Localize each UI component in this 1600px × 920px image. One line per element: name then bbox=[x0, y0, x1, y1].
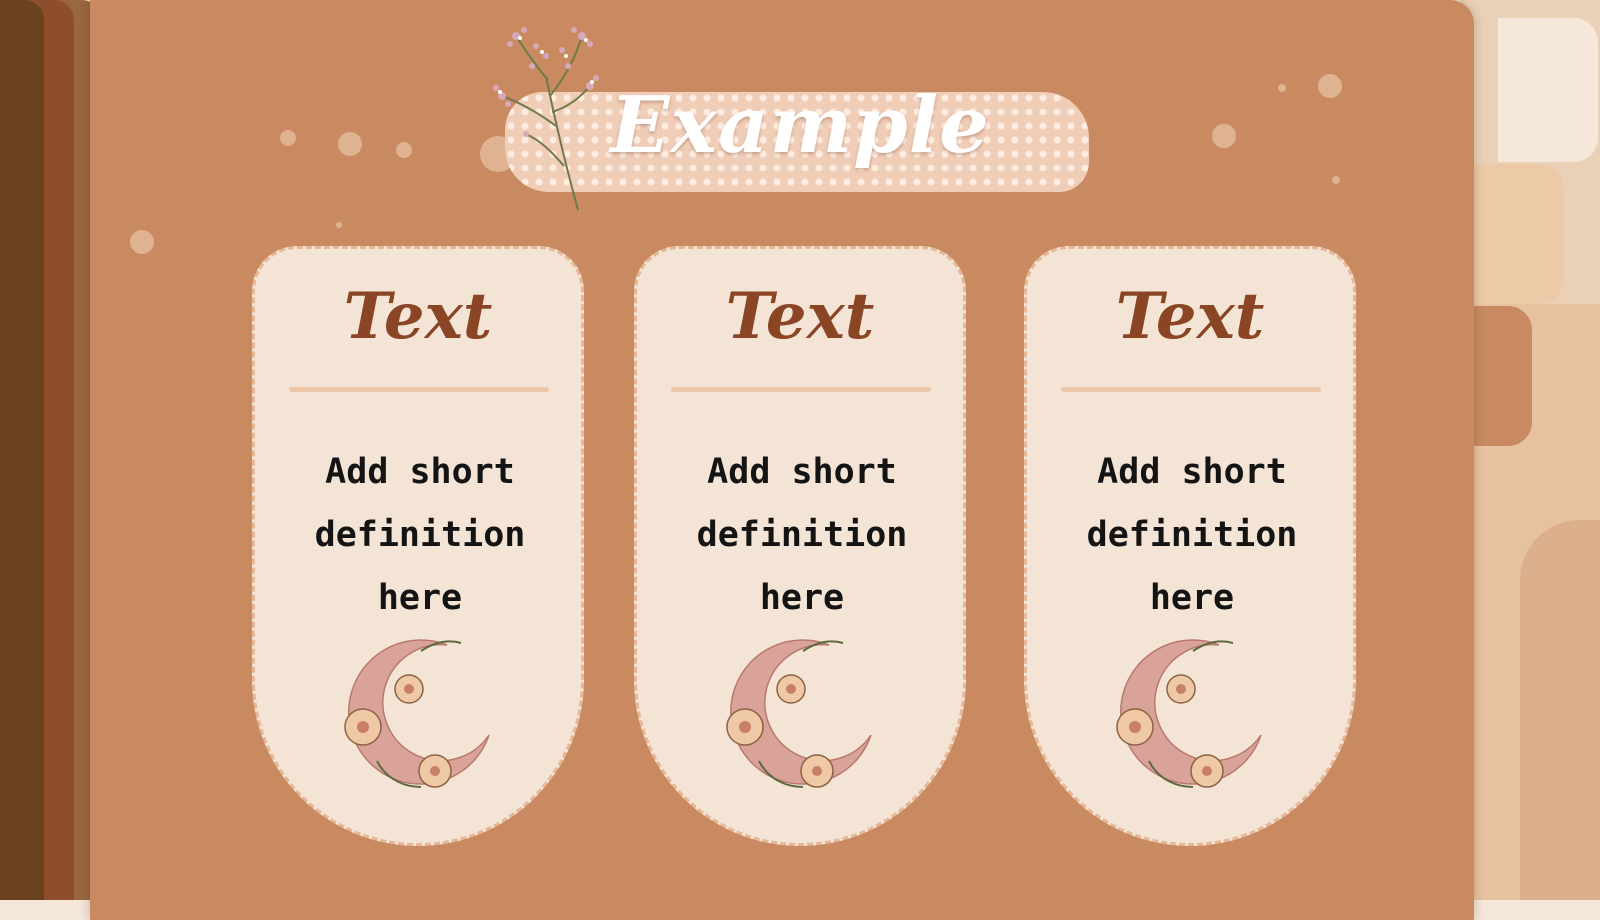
bubble bbox=[1212, 124, 1236, 148]
bubble bbox=[396, 142, 412, 158]
floral-crescent-moon-icon bbox=[726, 639, 872, 788]
definition-card: Text Add short definition here bbox=[252, 246, 584, 846]
bubble bbox=[1318, 74, 1342, 98]
bubble bbox=[130, 230, 154, 254]
babys-breath-sprig-icon bbox=[493, 27, 599, 211]
bubble bbox=[338, 132, 362, 156]
bubble bbox=[280, 130, 296, 146]
bubble bbox=[336, 222, 342, 228]
card-divider bbox=[1061, 387, 1321, 392]
card-title: Text bbox=[725, 279, 875, 354]
page-title: Example bbox=[610, 80, 990, 171]
right-tab-lightest-top bbox=[1498, 18, 1598, 162]
right-folder-wash bbox=[1520, 520, 1600, 900]
card-divider bbox=[671, 387, 931, 392]
card-divider bbox=[289, 387, 549, 392]
left-folder-back-3 bbox=[0, 0, 44, 900]
card-title: Text bbox=[1115, 279, 1265, 354]
card-title: Text bbox=[343, 279, 493, 354]
card-definition: Add short definition here bbox=[1086, 452, 1298, 618]
floral-crescent-moon-icon bbox=[344, 639, 490, 788]
definition-card: Text Add short definition here bbox=[1024, 246, 1356, 846]
floral-crescent-moon-icon bbox=[1116, 639, 1262, 788]
definition-card: Text Add short definition here bbox=[634, 246, 966, 846]
card-definition: Add short definition here bbox=[314, 452, 526, 618]
card-definition: Add short definition here bbox=[696, 452, 908, 618]
bubble bbox=[1278, 84, 1286, 92]
bubble bbox=[1332, 176, 1340, 184]
